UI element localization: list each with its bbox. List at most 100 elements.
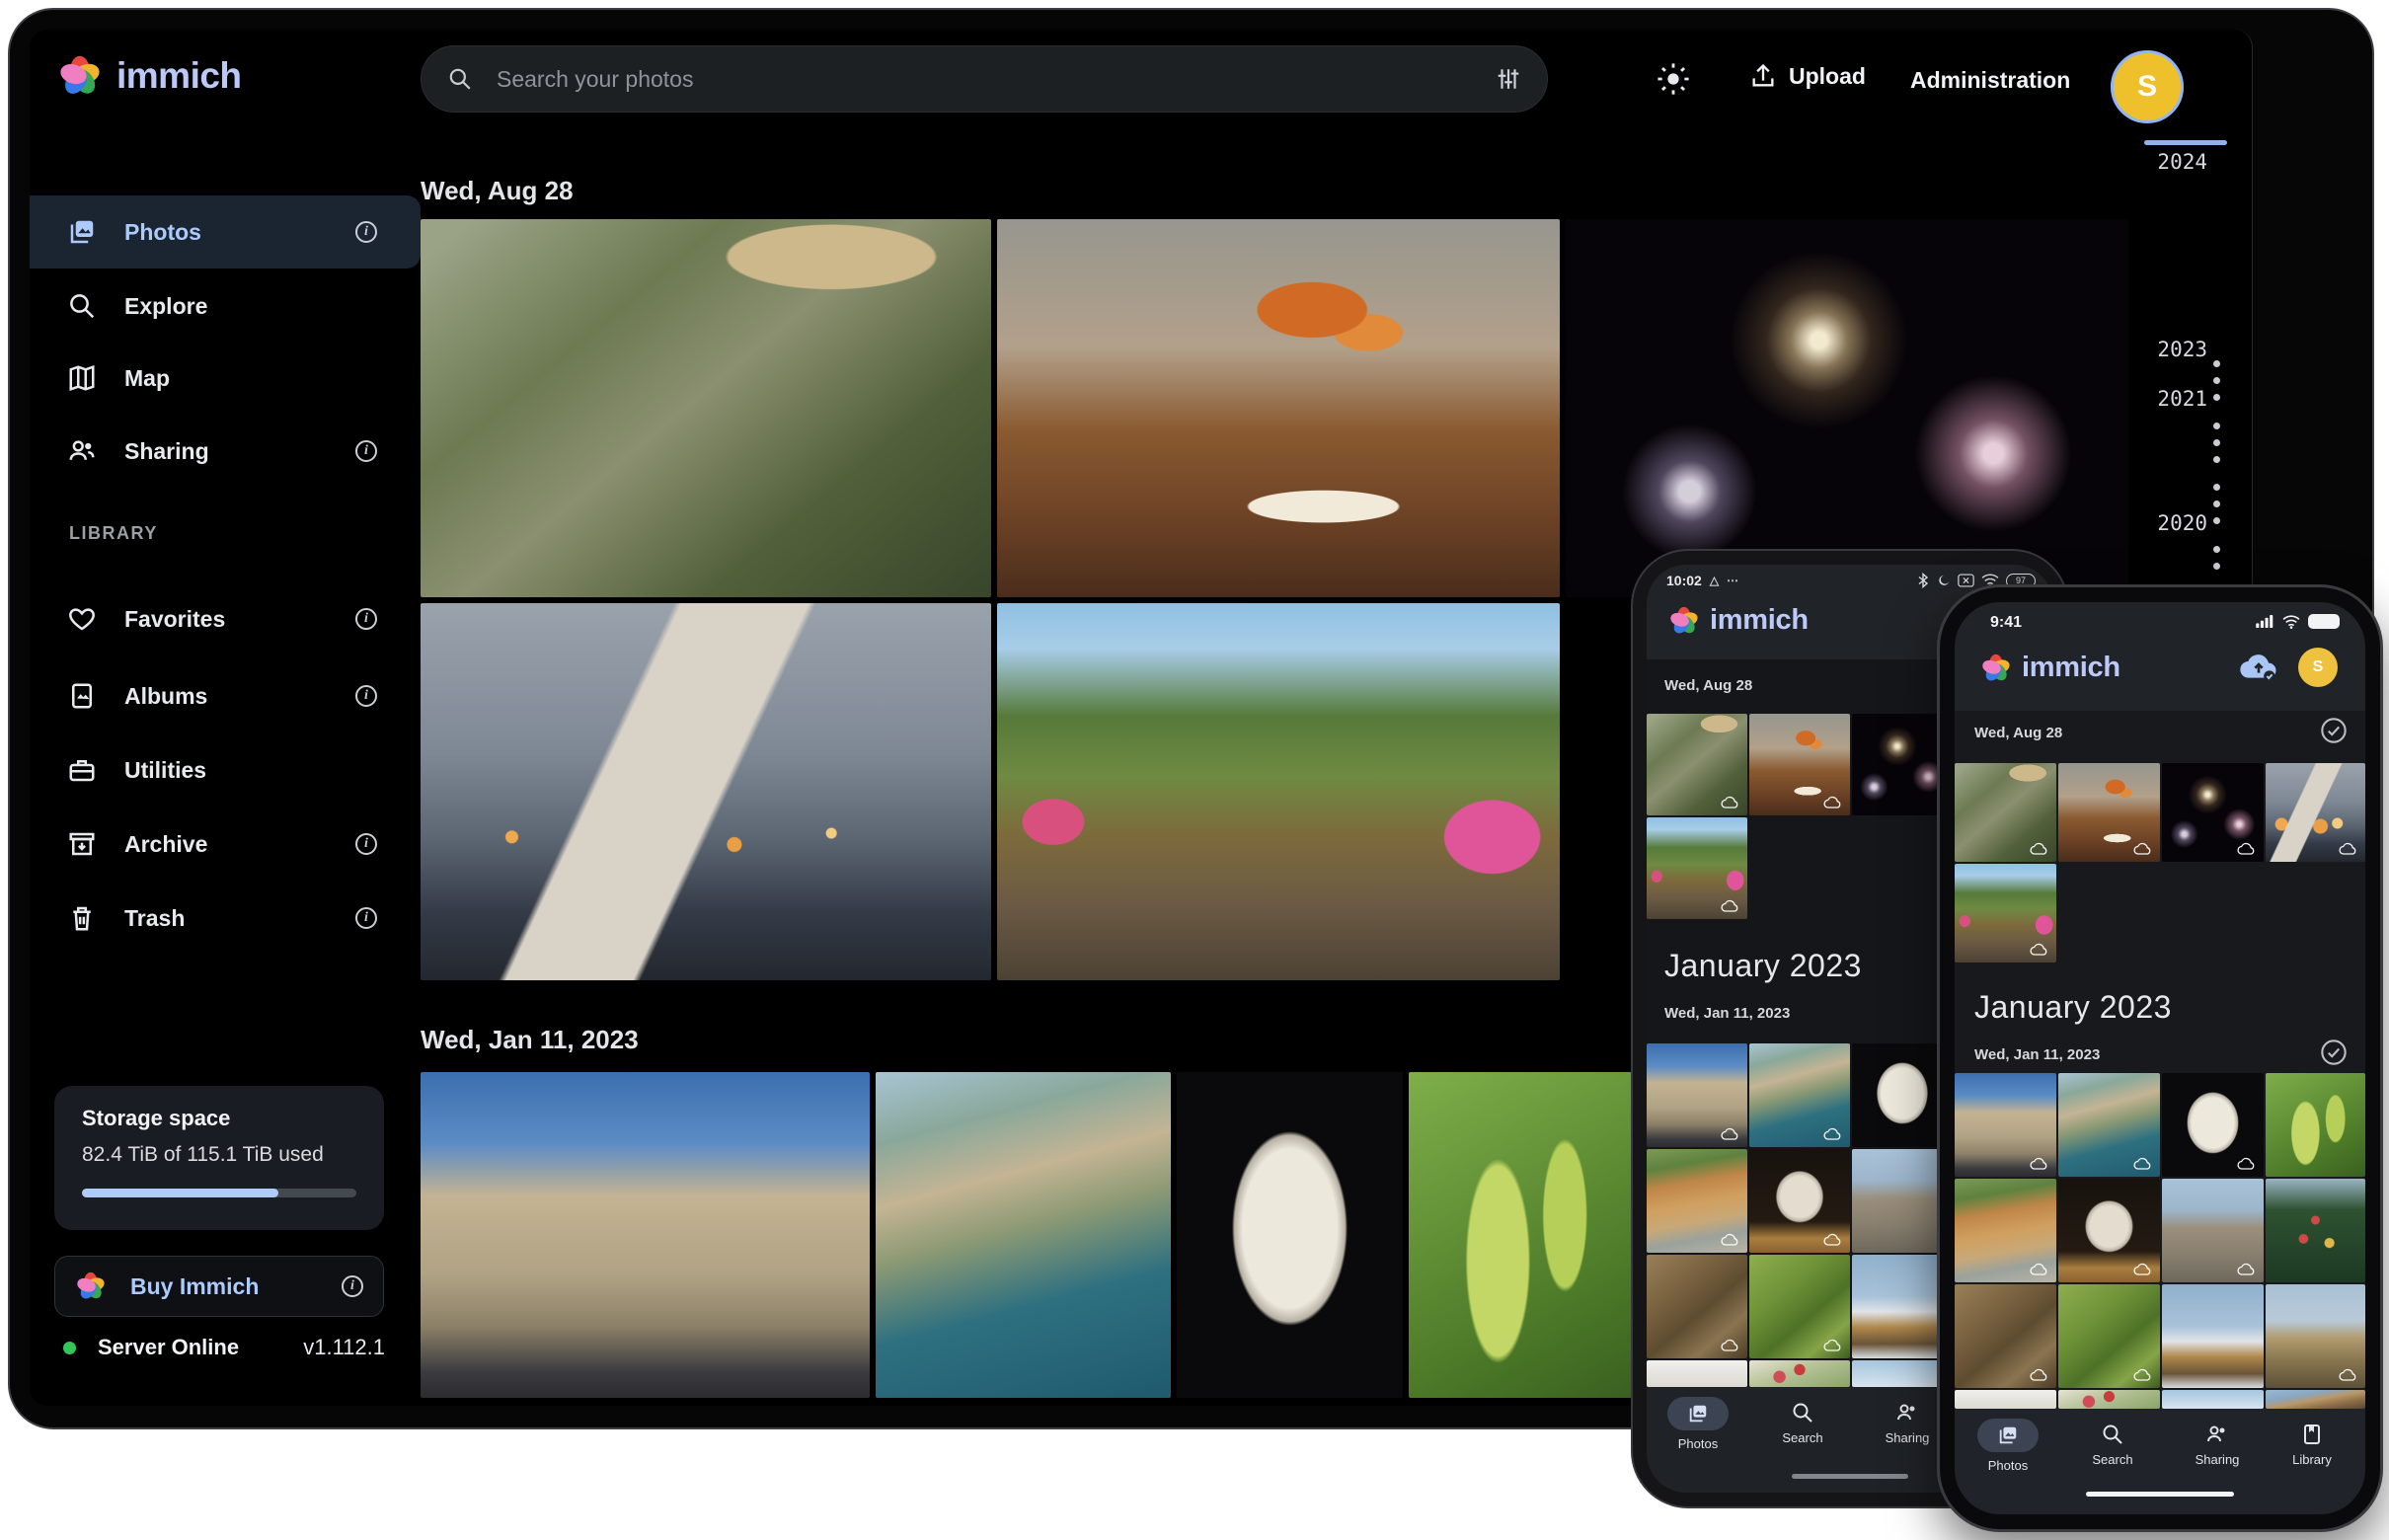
- photo-holding-hands[interactable]: [421, 603, 991, 980]
- administration-link[interactable]: Administration: [1910, 67, 2070, 94]
- thumb-lizard[interactable]: [1647, 1255, 1747, 1358]
- info-icon[interactable]: i: [355, 833, 377, 855]
- thumb-fireworks[interactable]: [2162, 763, 2264, 862]
- backup-cloud-button[interactable]: [2239, 652, 2278, 681]
- sidebar-item-label: Favorites: [124, 606, 225, 633]
- thumb-partial[interactable]: [1749, 1360, 1850, 1387]
- sidebar-item-archive[interactable]: Archive i: [30, 808, 421, 881]
- upload-label: Upload: [1789, 63, 1866, 90]
- timeline-year[interactable]: 2023: [2128, 338, 2207, 361]
- thumb-bust[interactable]: [2162, 1073, 2264, 1177]
- sidebar-item-label: Archive: [124, 831, 207, 858]
- info-icon[interactable]: i: [342, 1275, 363, 1297]
- photo-marble-bust[interactable]: [1177, 1072, 1403, 1398]
- thumb-hands[interactable]: [2266, 763, 2365, 862]
- thumb-cliff-beach[interactable]: [1647, 1149, 1747, 1253]
- timeline-position-indicator[interactable]: [2144, 140, 2227, 145]
- sidebar-item-trash[interactable]: Trash i: [30, 882, 421, 955]
- home-indicator[interactable]: [2086, 1492, 2234, 1497]
- user-avatar[interactable]: S: [2111, 50, 2184, 123]
- thumb-partial[interactable]: [2162, 1390, 2264, 1409]
- thumb-lizard-moss[interactable]: [1749, 1255, 1850, 1358]
- thumb-castle[interactable]: [1955, 1073, 2056, 1177]
- sidebar-item-utilities[interactable]: Utilities: [30, 733, 421, 807]
- nav-photos[interactable]: Photos: [1651, 1397, 1745, 1451]
- info-icon[interactable]: i: [355, 221, 377, 243]
- photo-autumn-park[interactable]: [997, 603, 1560, 980]
- upload-button[interactable]: Upload: [1749, 62, 1866, 90]
- buy-immich-button[interactable]: Buy Immich i: [54, 1256, 384, 1317]
- home-indicator[interactable]: [1792, 1474, 1908, 1479]
- thumb-berries[interactable]: [2266, 1073, 2365, 1177]
- thumb-sculpture[interactable]: [2058, 1179, 2160, 1282]
- thumb-partial[interactable]: [1647, 1360, 1747, 1387]
- thumb-castle-wall[interactable]: [2162, 1179, 2264, 1282]
- theme-toggle-button[interactable]: [1657, 62, 1690, 96]
- nav-photos-pill: [1667, 1397, 1729, 1430]
- info-icon[interactable]: i: [355, 685, 377, 707]
- thumb-zoo[interactable]: [1955, 763, 2056, 862]
- thumb-autumn[interactable]: [1955, 864, 2056, 962]
- photo-coastal-fort[interactable]: [876, 1072, 1171, 1398]
- select-all-check[interactable]: [2320, 1039, 2348, 1066]
- search-bar[interactable]: [421, 45, 1548, 113]
- info-icon[interactable]: i: [355, 608, 377, 630]
- nav-search[interactable]: Search: [2065, 1423, 2160, 1467]
- thumb-coast[interactable]: [2058, 1073, 2160, 1177]
- info-icon[interactable]: i: [355, 907, 377, 929]
- thumb-coast[interactable]: [1749, 1043, 1850, 1147]
- toolbox-icon: [67, 755, 97, 785]
- sidebar-item-photos[interactable]: Photos i: [30, 195, 421, 269]
- thumb-autumn[interactable]: [1647, 817, 1747, 919]
- sidebar-item-albums[interactable]: Albums i: [30, 659, 421, 732]
- thumb-sculpture[interactable]: [1749, 1149, 1850, 1253]
- cloud-backup-icon: [1721, 1339, 1740, 1352]
- sidebar-item-label: Utilities: [124, 757, 206, 784]
- cloud-backup-icon: [2133, 1263, 2153, 1276]
- phone1-date-header: Wed, Aug 28: [1664, 677, 1752, 694]
- timeline-year[interactable]: 2021: [2128, 387, 2207, 411]
- nav-library[interactable]: Library: [2265, 1423, 2359, 1467]
- photo-green-berries[interactable]: [1409, 1072, 1632, 1398]
- select-all-check[interactable]: [2320, 717, 2348, 744]
- sidebar-item-sharing[interactable]: Sharing i: [30, 415, 421, 488]
- timeline-year[interactable]: 2020: [2128, 511, 2207, 535]
- date-header: Wed, Jan 11, 2023: [421, 1025, 639, 1055]
- sidebar-item-label: Albums: [124, 683, 207, 710]
- thumb-bridge[interactable]: [2266, 1284, 2365, 1388]
- timeline-year[interactable]: 2024: [2128, 150, 2207, 174]
- info-icon[interactable]: i: [355, 440, 377, 462]
- cloud-backup-icon: [2133, 1368, 2153, 1382]
- sidebar-item-explore[interactable]: Explore: [30, 270, 421, 343]
- photo-fortress-wall[interactable]: [421, 1072, 870, 1398]
- thumb-lizard[interactable]: [1955, 1284, 2056, 1388]
- thumb-dinner[interactable]: [1749, 714, 1850, 815]
- server-version: v1.112.1: [303, 1335, 385, 1360]
- thumb-dinner[interactable]: [2058, 763, 2160, 862]
- sim-missing-icon: [1958, 574, 1974, 587]
- search-input[interactable]: [495, 65, 1496, 94]
- thumb-cliff-beach[interactable]: [1955, 1179, 2056, 1282]
- photo-fireworks[interactable]: [1566, 219, 2128, 597]
- thumb-winter-church[interactable]: [2162, 1284, 2264, 1388]
- photo-zoo-monkeys[interactable]: [421, 219, 991, 597]
- app-logo[interactable]: immich: [57, 53, 242, 99]
- server-status-label: Server Online: [98, 1335, 303, 1360]
- thumb-decorated-tree[interactable]: [2266, 1179, 2365, 1282]
- thumb-partial[interactable]: [2266, 1390, 2365, 1409]
- thumb-partial[interactable]: [1955, 1390, 2056, 1409]
- nav-search[interactable]: Search: [1755, 1401, 1850, 1445]
- thumb-partial[interactable]: [2058, 1390, 2160, 1409]
- thumb-lizard-moss[interactable]: [2058, 1284, 2160, 1388]
- sidebar-item-favorites[interactable]: Favorites i: [30, 582, 421, 655]
- user-avatar[interactable]: S: [2298, 648, 2338, 687]
- sidebar-item-map[interactable]: Map: [30, 342, 421, 415]
- search-filter-sliders-icon[interactable]: [1496, 66, 1521, 92]
- thumb-castle[interactable]: [1647, 1043, 1747, 1147]
- photo-dinner-table[interactable]: [997, 219, 1560, 597]
- cloud-backup-icon: [2133, 1157, 2153, 1171]
- nav-photos[interactable]: Photos: [1961, 1419, 2055, 1473]
- phone2-logo-text: immich: [2022, 652, 2120, 684]
- thumb-zoo[interactable]: [1647, 714, 1747, 815]
- nav-sharing[interactable]: Sharing: [2170, 1423, 2265, 1467]
